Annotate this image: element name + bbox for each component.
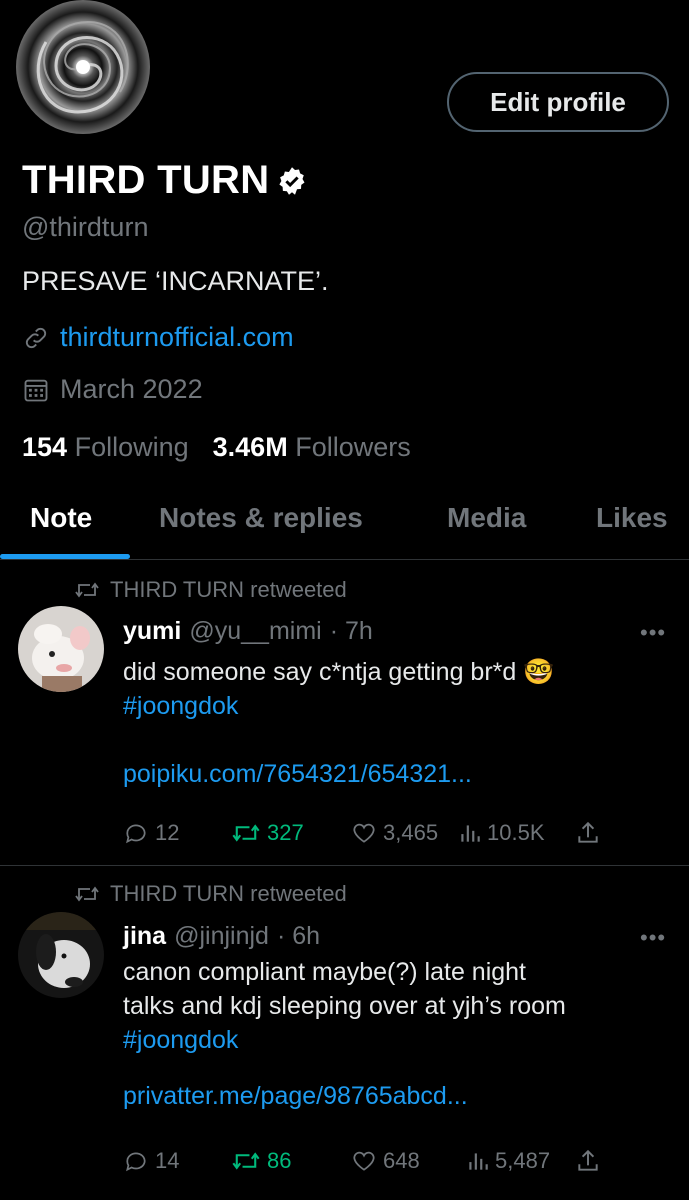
views-chart-icon: [469, 1153, 488, 1170]
profile-name-row: THIRD TURN: [22, 158, 307, 203]
reply-icon: [126, 1152, 146, 1172]
like-button[interactable]: 648: [351, 1148, 420, 1174]
tab-notes-replies[interactable]: Notes & replies: [159, 502, 363, 534]
post-author-row: yumi @yu__mimi · 7h: [123, 617, 373, 646]
share-icon: [578, 821, 598, 843]
following-stat[interactable]: 154 Following: [22, 432, 189, 463]
followers-stat[interactable]: 3.46M Followers: [213, 432, 411, 463]
retweet-count: 86: [267, 1148, 292, 1173]
profile-avatar[interactable]: [16, 0, 150, 134]
post-author-row: jina @jinjinjd · 6h: [123, 922, 320, 951]
heart-icon: [353, 823, 375, 843]
profile-name: THIRD TURN: [22, 158, 270, 202]
reply-count: 14: [155, 1148, 180, 1173]
post-hashtag[interactable]: #joongdok: [123, 689, 668, 723]
post-body: canon compliant maybe(?) late night talk…: [123, 955, 668, 1113]
retweet-small-icon: [75, 886, 99, 902]
tab-media[interactable]: Media: [447, 502, 526, 534]
post-text: did someone say c*ntja getting br*d 🤓: [123, 658, 555, 686]
joined-row: March 2022: [22, 374, 203, 405]
retweeted-by-label: THIRD TURN retweeted: [110, 577, 347, 602]
heart-icon: [353, 1151, 375, 1171]
tab-note[interactable]: Note: [30, 502, 92, 534]
post-more-button[interactable]: •••: [640, 925, 666, 951]
edit-profile-button[interactable]: Edit profile: [447, 72, 669, 132]
post-text-line-2: talks and kdj sleeping over at yjh’s roo…: [123, 992, 566, 1020]
post-time[interactable]: · 6h: [277, 922, 320, 951]
post-author-handle[interactable]: @jinjinjd: [174, 922, 269, 951]
retweet-icon: [232, 1152, 260, 1170]
like-count: 648: [383, 1148, 420, 1173]
calendar-icon: [24, 379, 48, 401]
post-author-name[interactable]: yumi: [123, 617, 181, 646]
following-count: 154: [22, 432, 68, 462]
post-text-line-1: canon compliant maybe(?) late night: [123, 958, 527, 986]
reply-button[interactable]: 12: [123, 820, 179, 846]
post-link[interactable]: privatter.me/page/98765abcd...: [123, 1079, 668, 1113]
post-more-button[interactable]: •••: [640, 620, 666, 646]
joined-date: March 2022: [60, 374, 203, 404]
views-button[interactable]: 10.5K: [459, 820, 545, 846]
spiral-galaxy-image: [36, 20, 129, 114]
retweet-button[interactable]: 327: [231, 820, 304, 846]
post-link[interactable]: poipiku.com/7654321/654321...: [123, 757, 668, 791]
retweet-context: THIRD TURN retweeted: [74, 881, 347, 907]
views-button[interactable]: 5,487: [467, 1148, 550, 1174]
reply-icon: [126, 824, 146, 844]
snoopy-avatar-image: [18, 912, 104, 998]
views-count: 10.5K: [487, 820, 545, 845]
tabs-divider: [0, 559, 689, 560]
like-button[interactable]: 3,465: [351, 820, 438, 846]
retweet-icon: [232, 824, 260, 842]
post-author-name[interactable]: jina: [123, 922, 166, 951]
retweet-count: 327: [267, 820, 304, 845]
retweeted-by-label: THIRD TURN retweeted: [110, 881, 347, 906]
follow-stats: 154 Following 3.46M Followers: [22, 432, 411, 463]
following-label: Following: [74, 432, 189, 462]
profile-tabs: Note Notes & replies Media Likes: [0, 492, 689, 560]
retweet-button[interactable]: 86: [231, 1148, 291, 1174]
tab-likes[interactable]: Likes: [596, 502, 668, 534]
share-button[interactable]: [575, 820, 601, 846]
website-link[interactable]: thirdturnofficial.com: [60, 322, 294, 353]
reply-button[interactable]: 14: [123, 1148, 179, 1174]
verified-badge-icon: [279, 166, 305, 195]
followers-label: Followers: [295, 432, 411, 462]
post-avatar[interactable]: [18, 912, 104, 998]
plush-avatar-image: [18, 606, 104, 692]
post-divider: [0, 865, 689, 866]
share-icon: [578, 1149, 598, 1171]
share-button[interactable]: [575, 1148, 601, 1174]
profile-bio: PRESAVE ‘INCARNATE’.: [22, 266, 329, 296]
link-icon: [25, 327, 47, 348]
post-time[interactable]: · 7h: [330, 617, 373, 646]
post-author-handle[interactable]: @yu__mimi: [189, 617, 321, 646]
post-actions: 14 86 648 5,487: [123, 1148, 623, 1180]
website-row: thirdturnofficial.com: [22, 322, 294, 353]
followers-count: 3.46M: [212, 432, 288, 462]
profile-handle: @thirdturn: [22, 212, 149, 242]
views-chart-icon: [461, 825, 480, 842]
post-avatar[interactable]: [18, 606, 104, 692]
reply-count: 12: [155, 820, 180, 845]
retweet-small-icon: [75, 582, 99, 598]
post-hashtag[interactable]: #joongdok: [123, 1023, 668, 1057]
post-actions: 12 327 3,465 10.5K: [123, 820, 623, 852]
retweet-context: THIRD TURN retweeted: [74, 577, 347, 603]
post-body: did someone say c*ntja getting br*d 🤓 #j…: [123, 655, 668, 791]
views-count: 5,487: [495, 1148, 551, 1173]
like-count: 3,465: [383, 820, 439, 845]
